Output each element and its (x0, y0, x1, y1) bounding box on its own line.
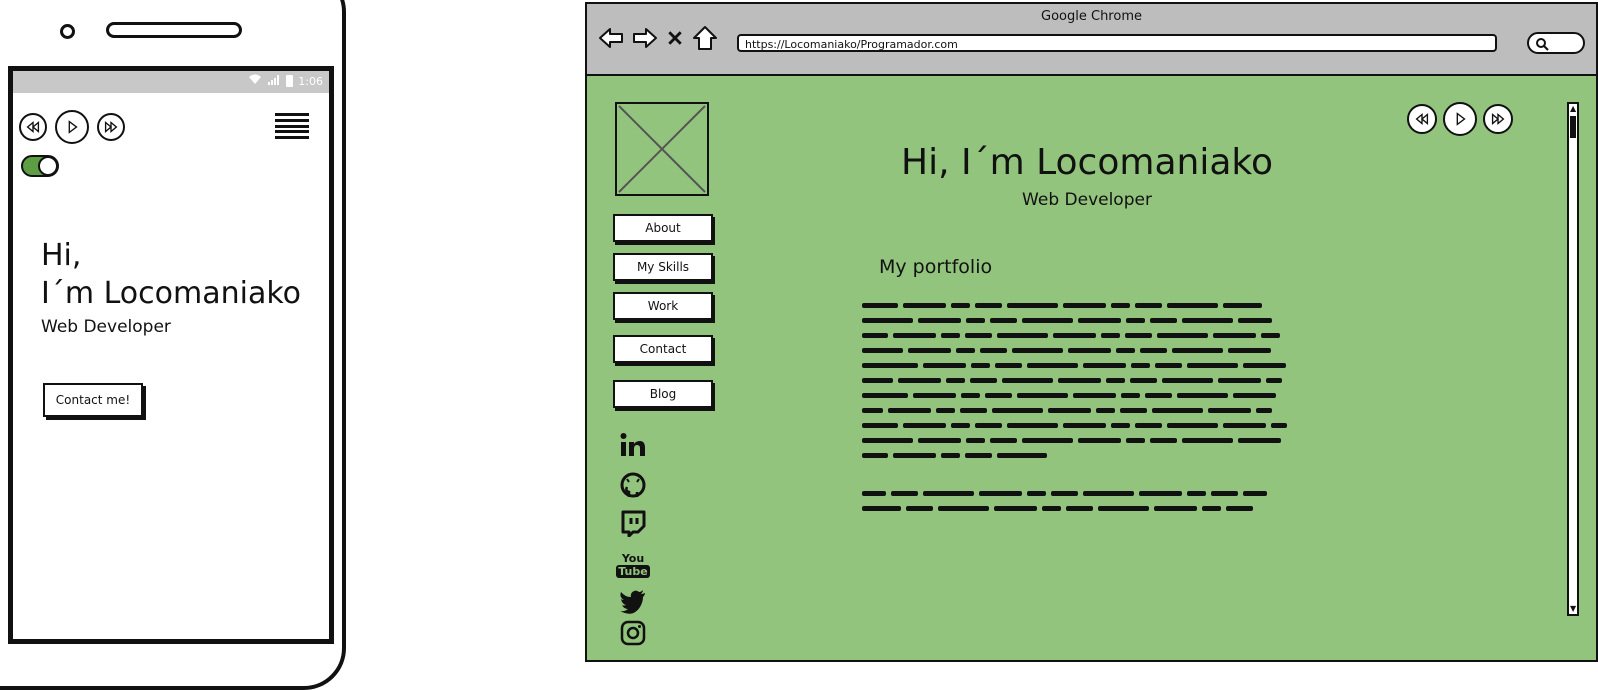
forward-arrow-icon[interactable] (631, 24, 659, 52)
scribble-line (862, 348, 1271, 353)
youtube-icon[interactable]: You Tube (616, 548, 650, 582)
wifi-icon (248, 74, 262, 88)
browser-nav (597, 24, 719, 52)
instagram-icon[interactable] (619, 618, 647, 648)
vertical-scrollbar[interactable]: ▲ ▼ (1567, 102, 1579, 616)
back-arrow-icon[interactable] (597, 24, 625, 52)
media-player (1407, 102, 1513, 136)
toggle-knob (38, 156, 58, 176)
fast-forward-icon (104, 121, 118, 133)
browser-window: Google Chrome https://Locomaniako/Progra… (585, 2, 1598, 662)
rewind-button[interactable] (1407, 104, 1437, 134)
nav-skills-button[interactable]: My Skills (613, 253, 713, 281)
browser-toolbar: Google Chrome https://Locomaniako/Progra… (587, 4, 1596, 76)
scribble-line (862, 363, 1286, 368)
github-icon[interactable] (619, 470, 647, 500)
scribble-line (862, 453, 1047, 458)
twitch-icon[interactable] (619, 508, 647, 538)
play-button[interactable] (1443, 102, 1477, 136)
mobile-subtitle: Web Developer (41, 317, 171, 337)
scribble-line (862, 318, 1272, 323)
scribble-line (862, 491, 1267, 496)
linkedin-icon[interactable] (619, 430, 647, 460)
scroll-up-arrow-icon[interactable]: ▲ (1570, 105, 1576, 113)
fast-forward-button[interactable] (1483, 104, 1513, 134)
theme-toggle[interactable] (21, 155, 59, 177)
play-icon (68, 120, 78, 134)
image-placeholder-icon (618, 105, 706, 193)
rewind-button[interactable] (19, 113, 47, 141)
youtube-text-top: You (621, 552, 645, 565)
scribble-line (862, 333, 1280, 338)
media-controls (19, 110, 125, 144)
status-bar: 1:06 (13, 71, 329, 93)
phone-speaker (106, 22, 242, 38)
scribble-line (862, 378, 1282, 383)
battery-icon (286, 75, 294, 87)
scroll-thumb[interactable] (1570, 116, 1576, 138)
scribble-line (862, 393, 1276, 398)
nav-work-button[interactable]: Work (613, 292, 713, 320)
scribble-line (862, 506, 1253, 511)
signal-icon (267, 74, 281, 88)
play-button[interactable] (55, 110, 89, 144)
search-icon (1536, 38, 1549, 51)
contact-me-button[interactable]: Contact me! (43, 383, 143, 417)
nav-blog-button[interactable]: Blog (613, 380, 713, 408)
status-icons: 1:06 (248, 74, 323, 88)
window-title: Google Chrome (1041, 9, 1142, 24)
hero-heading: Hi, I´m Locomaniako (901, 142, 1273, 183)
url-bar[interactable]: https://Locomaniako/Programador.com (737, 34, 1497, 52)
fast-forward-button[interactable] (97, 113, 125, 141)
greeting-line-1: Hi, (41, 238, 82, 273)
scroll-down-arrow-icon[interactable]: ▼ (1570, 605, 1576, 613)
browser-search[interactable] (1527, 32, 1585, 54)
greeting-line-2: I´m Locomaniako (41, 276, 301, 311)
nav-about-button[interactable]: About (613, 214, 713, 242)
scribble-line (862, 438, 1281, 443)
phone-screen: 1:06 Hi, I´m Locomaniako Web Developer C… (8, 66, 334, 644)
status-time: 1:06 (298, 74, 323, 88)
rewind-icon (26, 121, 40, 133)
logo-image-placeholder (615, 102, 709, 196)
scribble-line (862, 423, 1287, 428)
twitter-icon[interactable] (619, 586, 647, 616)
placeholder-text-block (587, 4, 588, 5)
phone-camera (60, 24, 75, 39)
scribble-line (862, 408, 1272, 413)
mobile-greeting: Hi, I´m Locomaniako (41, 237, 301, 313)
hamburger-menu-icon[interactable] (275, 113, 309, 139)
rewind-icon (1415, 113, 1429, 125)
nav-contact-button[interactable]: Contact (613, 335, 713, 363)
home-icon[interactable] (691, 24, 719, 52)
portfolio-title: My portfolio (879, 256, 993, 278)
scribble-line (862, 303, 1262, 308)
close-icon[interactable] (665, 24, 685, 52)
hero-subheading: Web Developer (1022, 190, 1152, 210)
youtube-text-bottom: Tube (616, 565, 650, 578)
play-icon (1456, 112, 1466, 126)
fast-forward-icon (1491, 113, 1505, 125)
